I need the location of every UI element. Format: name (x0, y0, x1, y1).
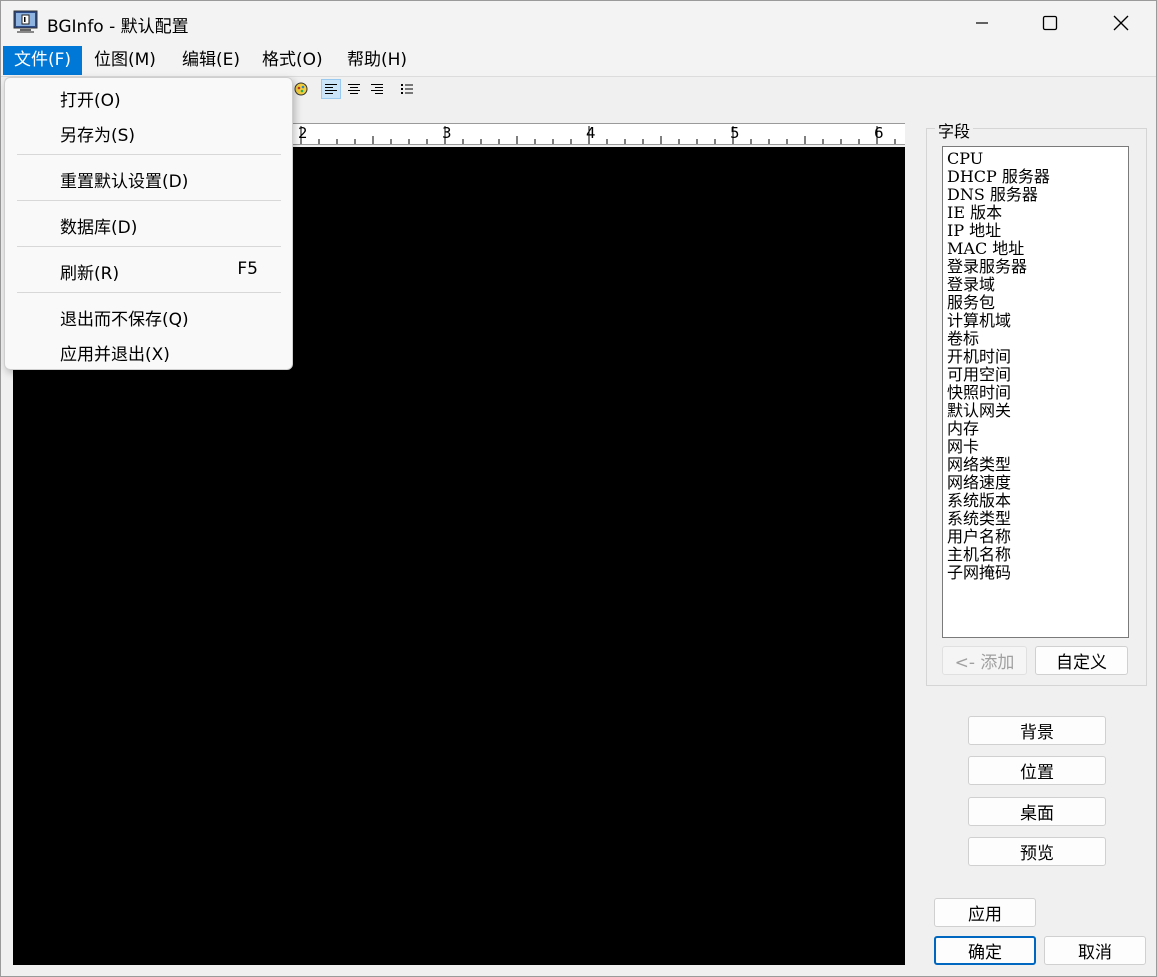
menu-item-apply-and-exit[interactable]: 应用并退出(X) (60, 340, 170, 365)
field-item[interactable]: 登录域 (943, 276, 1128, 294)
custom-field-button[interactable]: 自定义 (1035, 646, 1128, 675)
ruler-number: 5 (730, 124, 740, 142)
minimize-icon (976, 22, 988, 24)
desktop-button[interactable]: 桌面 (968, 797, 1106, 826)
menu-separator (17, 246, 281, 247)
field-item[interactable]: 网络类型 (943, 456, 1128, 474)
ruler-number: 3 (442, 124, 452, 142)
field-item[interactable]: 子网掩码 (943, 564, 1128, 582)
title-bar: BGInfo - 默认配置 (1, 1, 1156, 45)
field-item[interactable]: MAC 地址 (943, 240, 1128, 258)
align-right-icon[interactable] (367, 79, 387, 99)
menu-separator (17, 154, 281, 155)
menu-file[interactable]: 文件(F) (3, 46, 83, 75)
menu-bar: 文件(F) 位图(M) 编辑(E) 格式(O) 帮助(H) (1, 45, 1156, 76)
menu-item-database[interactable]: 数据库(D) (60, 213, 137, 238)
menu-item-reset-defaults[interactable]: 重置默认设置(D) (60, 167, 188, 192)
field-item[interactable]: 默认网关 (943, 402, 1128, 420)
field-item[interactable]: 服务包 (943, 294, 1128, 312)
menu-item-open[interactable]: 打开(O) (60, 86, 121, 111)
menu-separator (17, 200, 281, 201)
ruler-number: 2 (298, 124, 308, 142)
window-title: BGInfo - 默认配置 (47, 17, 189, 37)
ok-button[interactable]: 确定 (934, 936, 1036, 965)
field-item[interactable]: 计算机域 (943, 312, 1128, 330)
field-item[interactable]: IE 版本 (943, 204, 1128, 222)
field-item[interactable]: 系统类型 (943, 510, 1128, 528)
field-item[interactable]: 登录服务器 (943, 258, 1128, 276)
menu-format[interactable]: 格式(O) (251, 46, 334, 75)
menu-item-exit-without-saving[interactable]: 退出而不保存(Q) (60, 305, 189, 330)
add-field-button[interactable]: <- 添加 (942, 646, 1027, 675)
bginfo-app-icon (13, 10, 38, 34)
minimize-button[interactable] (947, 1, 1017, 45)
maximize-button[interactable] (1015, 1, 1085, 45)
field-item[interactable]: 系统版本 (943, 492, 1128, 510)
apply-button[interactable]: 应用 (934, 898, 1036, 927)
menu-item-refresh[interactable]: 刷新(R) (60, 259, 119, 284)
bginfo-window: BGInfo - 默认配置 文件(F) 位图(M) 编辑(E) 格式(O) 帮助… (0, 0, 1157, 977)
close-icon (1113, 15, 1129, 31)
field-item[interactable]: 开机时间 (943, 348, 1128, 366)
menu-bitmap[interactable]: 位图(M) (83, 46, 167, 75)
field-item[interactable]: DNS 服务器 (943, 186, 1128, 204)
fields-group-label: 字段 (935, 118, 974, 142)
position-button[interactable]: 位置 (968, 756, 1106, 785)
fields-listbox[interactable]: CPU DHCP 服务器 DNS 服务器 IE 版本 IP 地址 MAC 地址 … (942, 146, 1129, 638)
menu-edit[interactable]: 编辑(E) (171, 46, 251, 75)
close-button[interactable] (1086, 1, 1156, 45)
field-item[interactable]: IP 地址 (943, 222, 1128, 240)
field-item[interactable]: DHCP 服务器 (943, 168, 1128, 186)
field-item[interactable]: 卷标 (943, 330, 1128, 348)
menu-help[interactable]: 帮助(H) (336, 46, 418, 75)
menu-separator (17, 292, 281, 293)
field-item[interactable]: 网络速度 (943, 474, 1128, 492)
menu-item-save-as[interactable]: 另存为(S) (60, 121, 135, 146)
ruler-number: 4 (586, 124, 596, 142)
field-item[interactable]: 可用空间 (943, 366, 1128, 384)
preview-button[interactable]: 预览 (968, 837, 1106, 866)
field-item[interactable]: 主机名称 (943, 546, 1128, 564)
file-menu-dropdown: 打开(O) 另存为(S) 重置默认设置(D) 数据库(D) 刷新(R) F5 退… (4, 77, 293, 370)
field-item[interactable]: CPU (943, 150, 1128, 168)
align-left-icon[interactable] (321, 79, 341, 99)
maximize-icon (1042, 15, 1058, 31)
ruler-number: 6 (874, 124, 884, 142)
field-item[interactable]: 网卡 (943, 438, 1128, 456)
bullet-list-icon[interactable] (397, 79, 417, 99)
menu-shortcut-refresh: F5 (237, 259, 258, 279)
field-item[interactable]: 内存 (943, 420, 1128, 438)
field-item[interactable]: 用户名称 (943, 528, 1128, 546)
field-item[interactable]: 快照时间 (943, 384, 1128, 402)
color-picker-icon[interactable] (291, 79, 311, 99)
cancel-button[interactable]: 取消 (1044, 936, 1146, 965)
align-center-icon[interactable] (344, 79, 364, 99)
background-button[interactable]: 背景 (968, 716, 1106, 745)
